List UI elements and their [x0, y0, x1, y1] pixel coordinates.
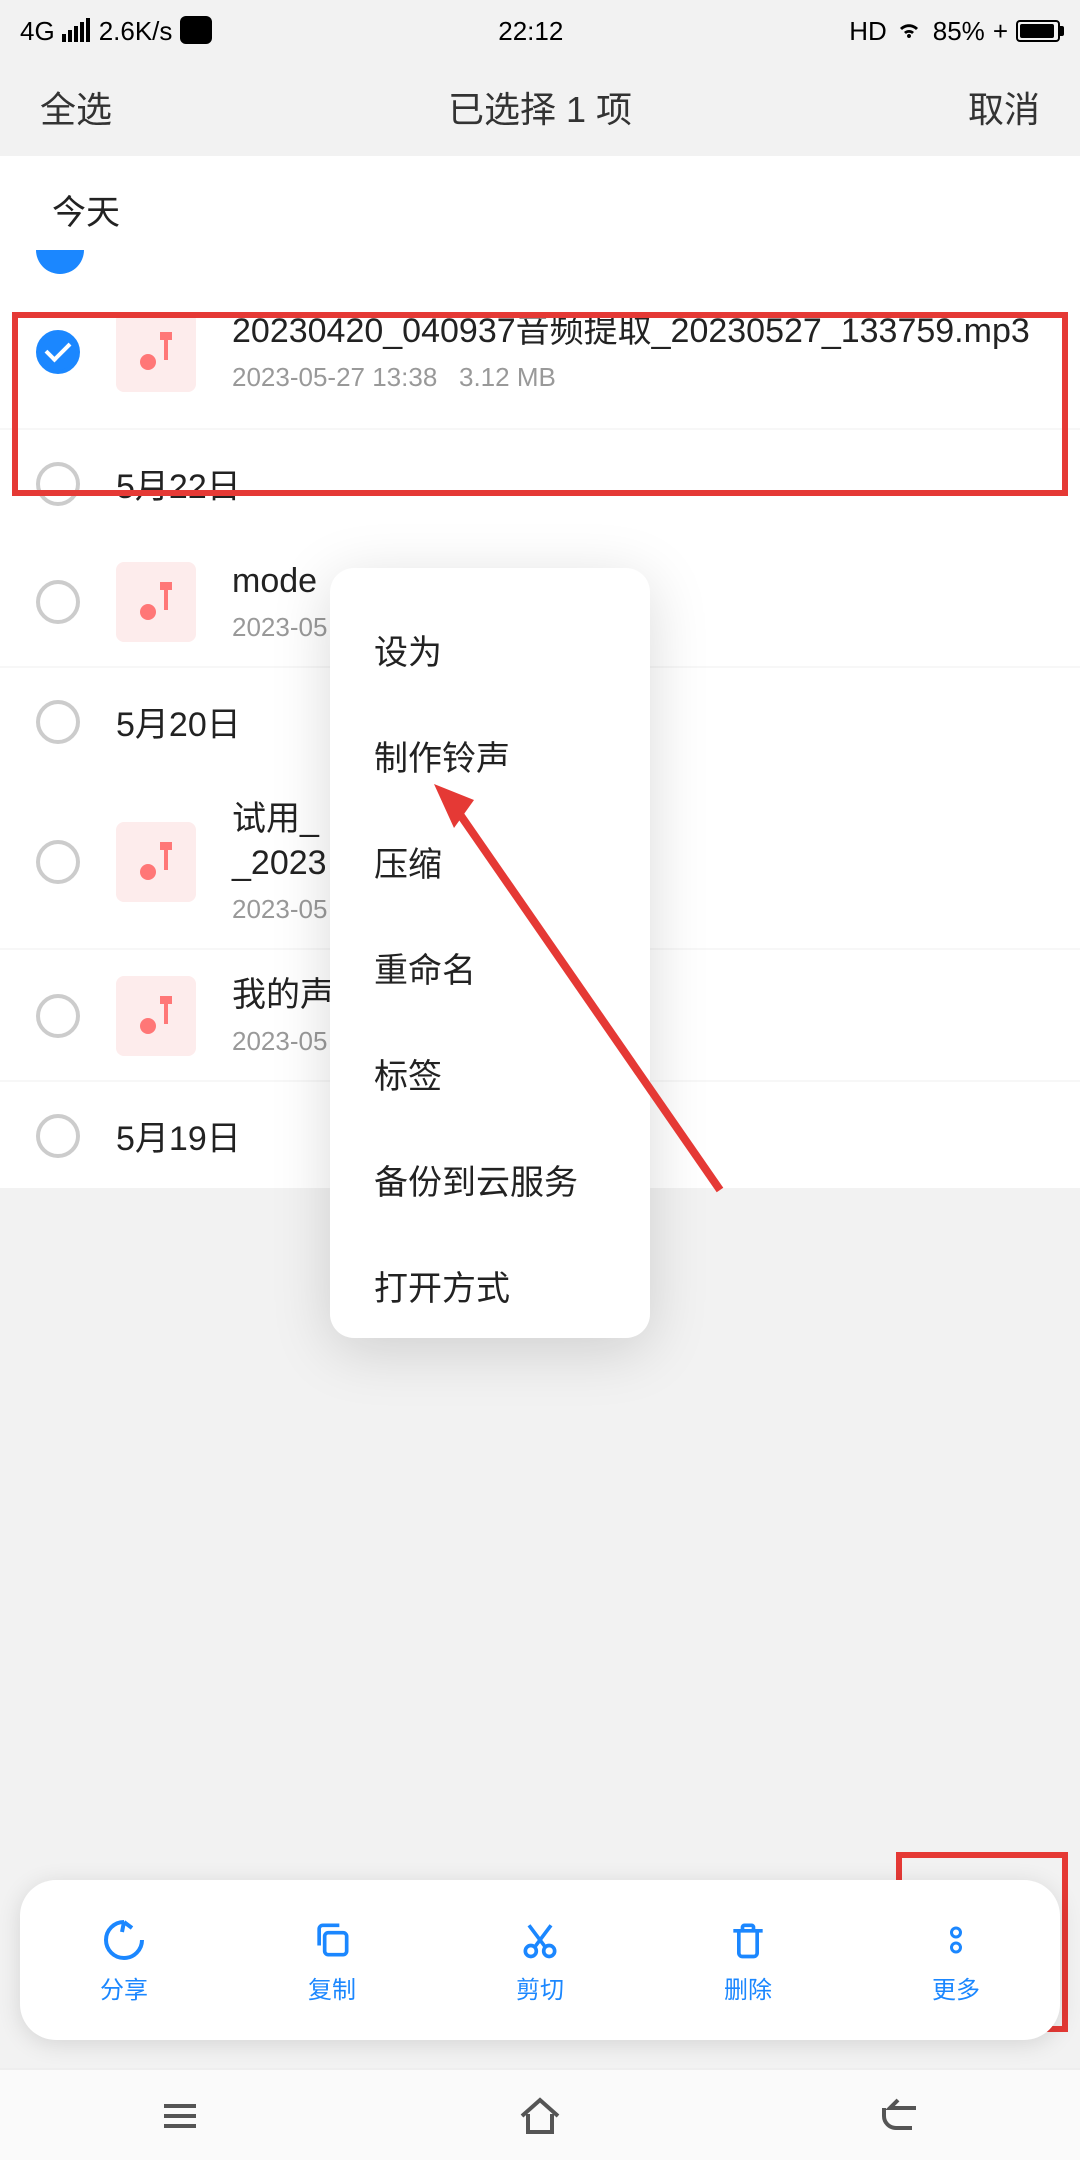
wifi-icon [895, 18, 925, 42]
back-nav-icon[interactable] [876, 2091, 924, 2139]
checkbox[interactable] [36, 579, 80, 623]
file-name: 20230420_040937音频提取_20230527_133759.mp3 [232, 310, 1044, 354]
more-menu: 设为 制作铃声 压缩 重命名 标签 备份到云服务 打开方式 [330, 568, 650, 1338]
checkbox[interactable] [36, 461, 80, 505]
delete-icon [724, 1915, 772, 1963]
selection-header: 全选 已选择 1 项 取消 [0, 60, 1080, 156]
selection-title: 已选择 1 项 [448, 82, 632, 134]
menu-backup-cloud[interactable]: 备份到云服务 [330, 1126, 650, 1232]
cut-icon [516, 1915, 564, 1963]
battery-percent: 85% [933, 15, 985, 45]
checkbox[interactable] [36, 699, 80, 743]
cut-button[interactable]: 剪切 [436, 1880, 644, 2040]
menu-nav-icon[interactable] [156, 2091, 204, 2139]
checkbox[interactable] [36, 994, 80, 1038]
hd-indicator: HD [849, 15, 887, 45]
cancel-button[interactable]: 取消 [968, 82, 1040, 134]
battery-icon [1016, 19, 1060, 41]
share-button[interactable]: 分享 [20, 1880, 228, 2040]
checkbox[interactable] [36, 840, 80, 884]
menu-set-as[interactable]: 设为 [330, 596, 650, 702]
copy-icon [308, 1915, 356, 1963]
select-all-button[interactable]: 全选 [40, 82, 112, 134]
music-icon [116, 822, 196, 902]
music-icon [116, 311, 196, 391]
menu-compress[interactable]: 压缩 [330, 808, 650, 914]
network-speed: 2.6K/s [99, 15, 173, 45]
copy-button[interactable]: 复制 [228, 1880, 436, 2040]
message-icon [180, 16, 212, 44]
bottom-toolbar: 分享 复制 剪切 删除 更多 [20, 1880, 1060, 2040]
signal-icon [63, 18, 91, 42]
more-icon [932, 1915, 980, 1963]
more-button[interactable]: 更多 [852, 1880, 1060, 2040]
partial-row-top [0, 262, 1080, 274]
menu-make-ringtone[interactable]: 制作铃声 [330, 702, 650, 808]
section-today: 今天 [0, 156, 1080, 262]
charge-icon: + [993, 15, 1008, 45]
system-navbar [0, 2068, 1080, 2160]
checkbox[interactable] [36, 1114, 80, 1158]
music-icon [116, 561, 196, 641]
date-header[interactable]: 5月22日 [0, 430, 1080, 536]
status-bar: 4G 2.6K/s 22:12 HD 85% + [0, 0, 1080, 60]
clock: 22:12 [498, 15, 563, 45]
music-icon [116, 976, 196, 1056]
menu-open-with[interactable]: 打开方式 [330, 1232, 650, 1310]
share-icon [100, 1915, 148, 1963]
file-meta: 2023-05-27 13:38 3.12 MB [232, 362, 1044, 392]
network-type: 4G [20, 15, 55, 45]
file-row[interactable]: 20230420_040937音频提取_20230527_133759.mp3 … [0, 274, 1080, 428]
home-nav-icon[interactable] [516, 2091, 564, 2139]
checkbox-checked[interactable] [36, 329, 80, 373]
menu-rename[interactable]: 重命名 [330, 914, 650, 1020]
menu-tag[interactable]: 标签 [330, 1020, 650, 1126]
delete-button[interactable]: 删除 [644, 1880, 852, 2040]
